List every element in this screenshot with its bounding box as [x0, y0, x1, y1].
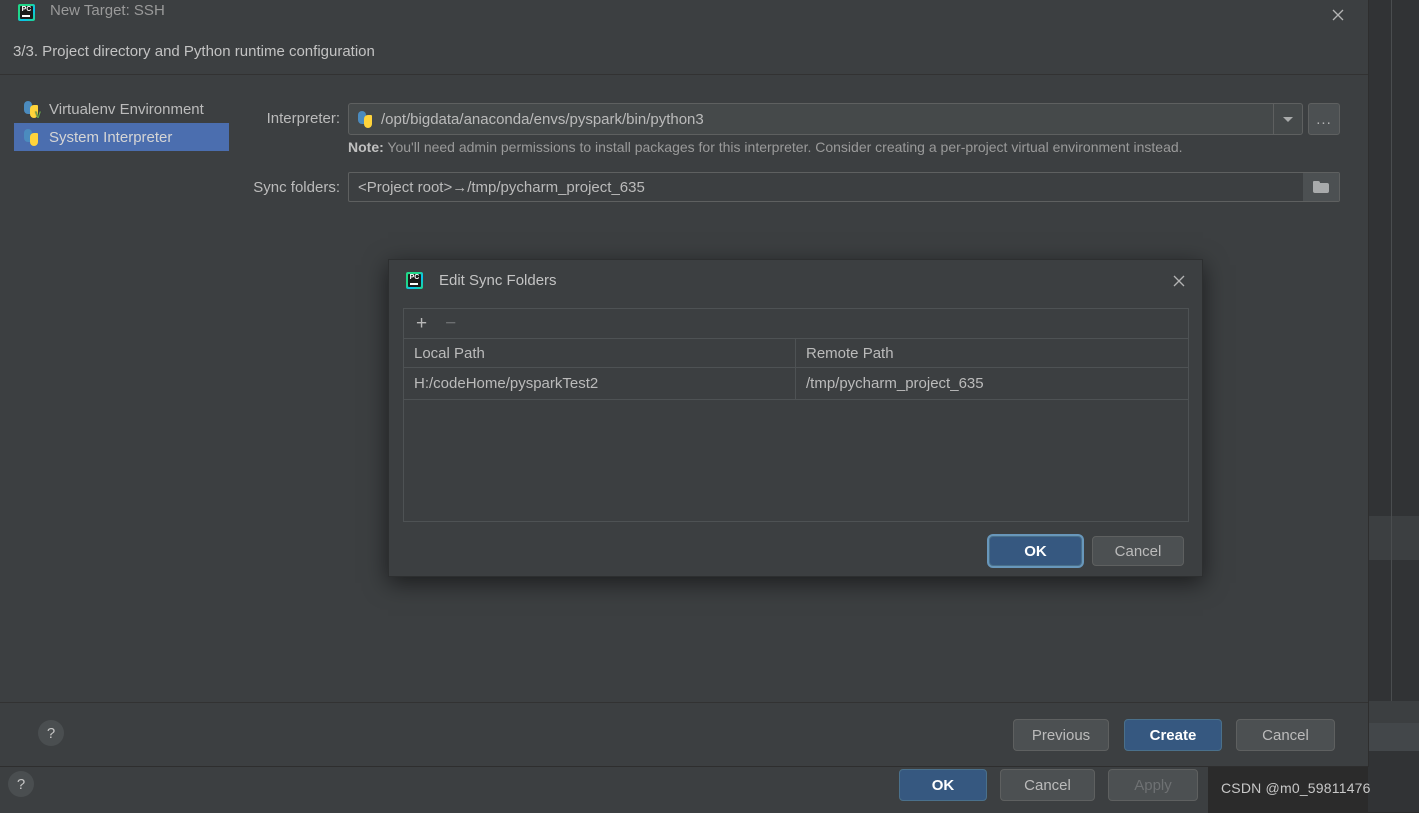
sync-folders-field[interactable]: <Project root>→/tmp/pycharm_project_635 — [348, 172, 1340, 202]
parent-cancel-label: Cancel — [1024, 776, 1071, 794]
column-header-remote-path: Remote Path — [806, 344, 894, 362]
remove-row-icon: − — [445, 313, 457, 334]
edit-sync-folders-dialog: PC Edit Sync Folders + − Local Path Remo… — [388, 259, 1203, 577]
wizard-help-button[interactable]: ? — [38, 720, 64, 746]
python-icon — [357, 110, 374, 128]
modal-ok-label: OK — [1024, 542, 1047, 560]
sync-folders-value: <Project root>→/tmp/pycharm_project_635 — [358, 178, 645, 196]
wizard-cancel-label: Cancel — [1262, 726, 1309, 744]
pycharm-icon: PC — [406, 272, 423, 289]
table-header: Local Path Remote Path — [404, 339, 1188, 368]
parent-help-button[interactable]: ? — [8, 771, 34, 797]
python-icon — [23, 128, 40, 146]
previous-button[interactable]: Previous — [1013, 719, 1109, 751]
modal-cancel-label: Cancel — [1114, 542, 1162, 560]
interpreter-value: /opt/bigdata/anaconda/envs/pyspark/bin/p… — [381, 110, 704, 128]
chevron-down-icon[interactable] — [1273, 104, 1302, 134]
interpreter-note: Note: You'll need admin permissions to i… — [348, 139, 1183, 155]
sync-folders-browse-button[interactable] — [1303, 173, 1339, 201]
create-label: Create — [1149, 726, 1197, 744]
ide-status-strip — [1368, 751, 1419, 812]
table-row[interactable]: H:/codeHome/pysparkTest2 /tmp/pycharm_pr… — [404, 368, 1188, 400]
note-prefix: Note: — [348, 139, 384, 155]
cell-remote-path: /tmp/pycharm_project_635 — [806, 375, 984, 392]
sync-folders-table-panel: + − Local Path Remote Path H:/codeHome/p… — [403, 308, 1189, 522]
parent-ok-button[interactable]: OK — [899, 769, 987, 801]
env-item-system-interpreter-label: System Interpreter — [49, 128, 173, 146]
env-item-virtualenv[interactable]: V Virtualenv Environment — [14, 95, 229, 123]
interpreter-combobox[interactable]: /opt/bigdata/anaconda/envs/pyspark/bin/p… — [348, 103, 1303, 135]
column-header-local-path: Local Path — [404, 339, 796, 367]
window-title: New Target: SSH — [50, 2, 165, 19]
wizard-cancel-button[interactable]: Cancel — [1236, 719, 1335, 751]
title-divider — [0, 74, 1368, 75]
ide-divider-line — [1391, 0, 1392, 701]
wizard-titlebar: PC New Target: SSH — [0, 0, 1368, 29]
parent-apply-button: Apply — [1108, 769, 1198, 801]
ide-editor-panel-lower — [1368, 560, 1419, 701]
close-icon[interactable] — [1166, 269, 1192, 293]
pycharm-icon: PC — [18, 4, 35, 21]
note-text: You'll need admin permissions to install… — [383, 139, 1183, 155]
create-button[interactable]: Create — [1124, 719, 1222, 751]
wizard-help-label: ? — [46, 724, 56, 742]
ide-panel-strip — [1368, 516, 1419, 560]
env-item-virtualenv-label: Virtualenv Environment — [49, 100, 204, 118]
ide-editor-panel — [1368, 0, 1419, 516]
environment-type-list: V Virtualenv Environment System Interpre… — [14, 95, 229, 151]
cell-local-path: H:/codeHome/pysparkTest2 — [404, 368, 796, 399]
parent-help-label: ? — [16, 775, 26, 793]
parent-cancel-button[interactable]: Cancel — [1000, 769, 1095, 801]
sync-folders-label: Sync folders: — [253, 179, 340, 196]
parent-apply-label: Apply — [1134, 776, 1172, 794]
interpreter-browse-label: ... — [1316, 110, 1332, 128]
close-icon[interactable] — [1322, 0, 1354, 29]
modal-cancel-button[interactable]: Cancel — [1092, 536, 1184, 566]
env-item-system-interpreter[interactable]: System Interpreter — [14, 123, 229, 151]
parent-ok-label: OK — [931, 776, 955, 794]
modal-ok-button[interactable]: OK — [989, 536, 1082, 566]
modal-title: Edit Sync Folders — [439, 272, 557, 289]
previous-label: Previous — [1031, 726, 1091, 744]
modal-titlebar: PC Edit Sync Folders — [389, 260, 1202, 302]
ide-highlight-strip — [1368, 723, 1419, 751]
watermark: CSDN @m0_59811476 — [1221, 780, 1371, 796]
page-title: 3/3. Project directory and Python runtim… — [13, 43, 375, 60]
add-row-icon[interactable]: + — [416, 314, 427, 333]
ide-panel-strip-lower — [1368, 701, 1419, 723]
python-venv-icon: V — [23, 100, 41, 119]
interpreter-label: Interpreter: — [266, 110, 340, 127]
folder-icon — [1312, 180, 1330, 194]
table-toolbar: + − — [404, 309, 1188, 339]
interpreter-browse-button[interactable]: ... — [1308, 103, 1340, 135]
footer-divider — [0, 702, 1368, 703]
